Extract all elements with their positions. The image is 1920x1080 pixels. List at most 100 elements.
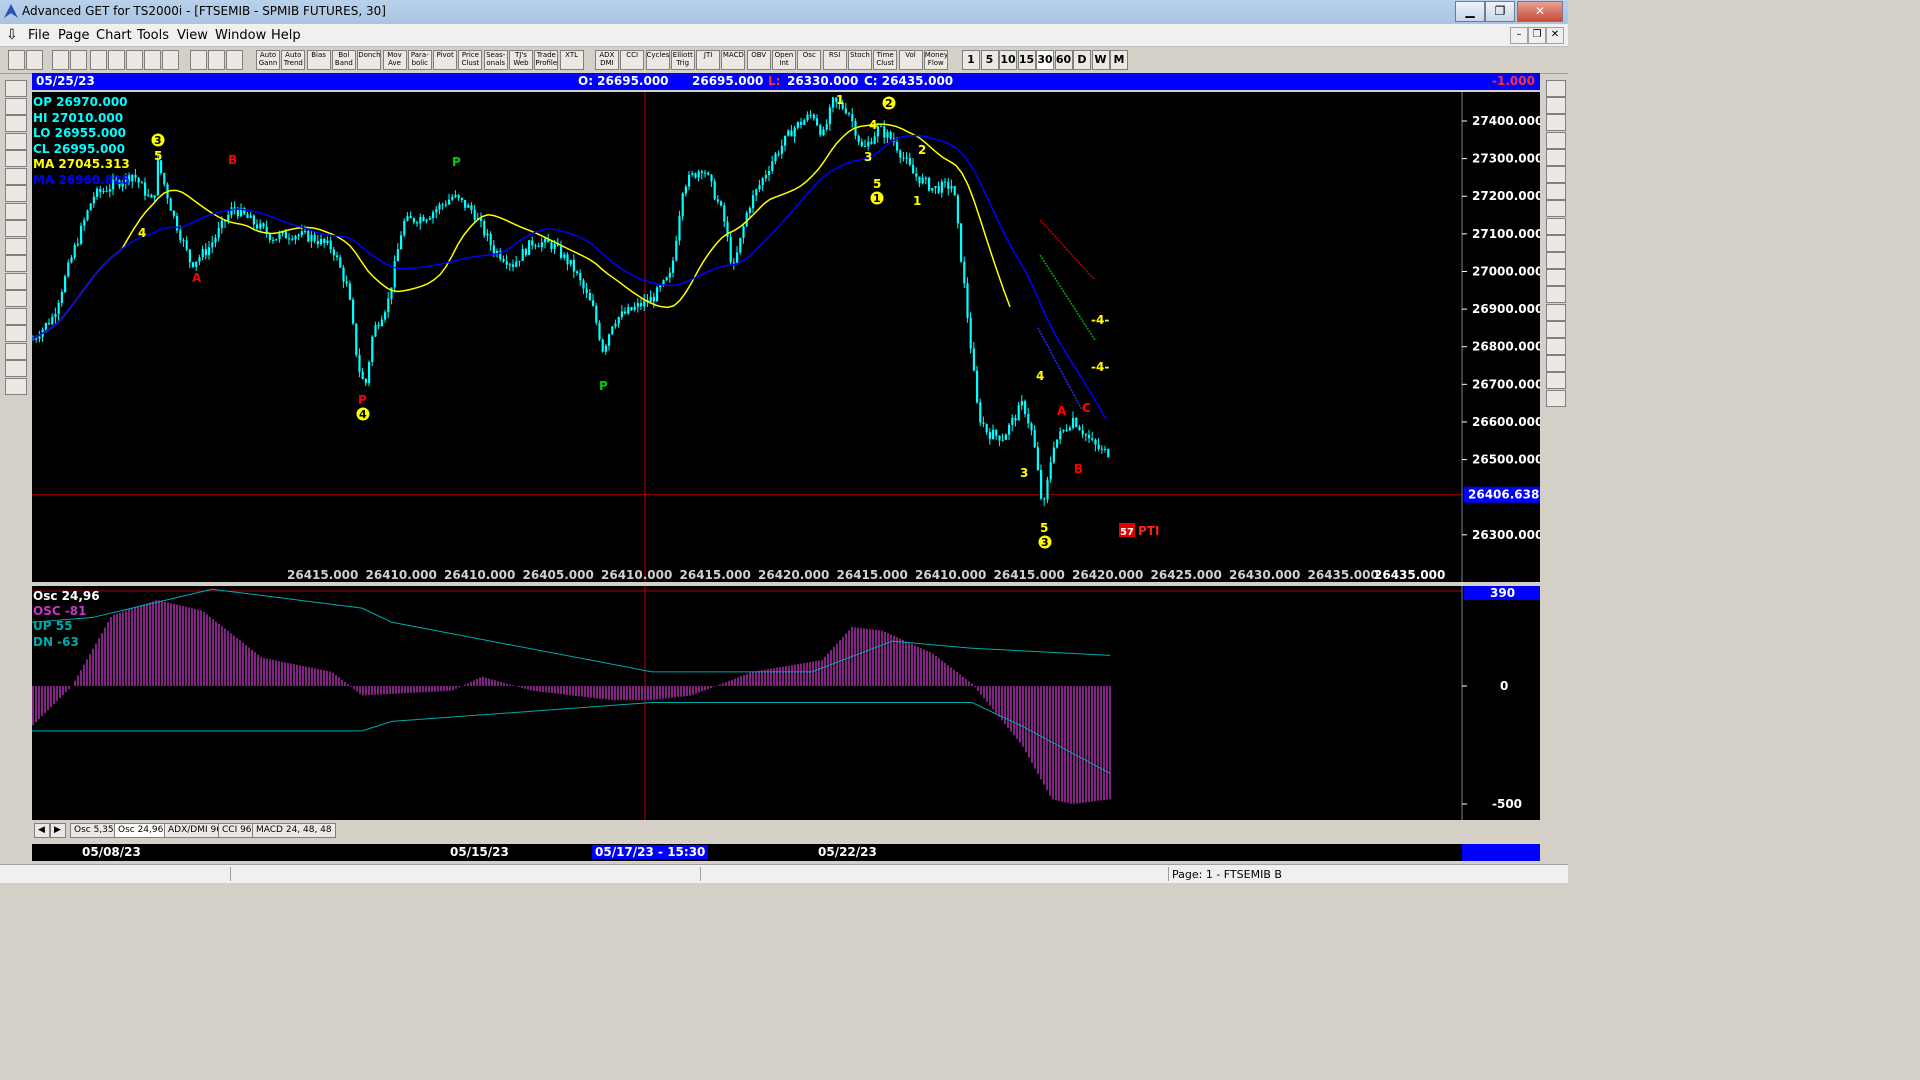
- toolbar-icon-0[interactable]: [8, 50, 25, 70]
- study-button-14[interactable]: CCI: [620, 50, 645, 70]
- tab-osc-24-96[interactable]: Osc 24,96: [114, 823, 168, 838]
- study-button-4[interactable]: Donch: [357, 50, 382, 70]
- study-button-7[interactable]: Pivot: [433, 50, 458, 70]
- menu-view[interactable]: View: [177, 28, 208, 43]
- price-chart[interactable]: 3 5 B 4 A P P 4 P 1 2 4 3 5 1 2 1 -4- -4- 4 A C 3 B 5 3 57 PTI OP 26…: [31, 92, 1543, 582]
- right-tool-u[interactable]: [1546, 389, 1566, 407]
- right-tool-ellipse[interactable]: [1546, 217, 1566, 235]
- mdi-close-button[interactable]: ✕: [1546, 27, 1564, 44]
- left-tool-up[interactable]: [5, 167, 27, 185]
- toolbar-icon-11[interactable]: [226, 50, 243, 70]
- left-tool-down[interactable]: [5, 185, 27, 202]
- toolbar-icon-3[interactable]: [70, 50, 87, 70]
- right-tool-grid2[interactable]: [1546, 269, 1566, 287]
- oscillator-svg[interactable]: Osc 24,96OSC -81UP 55 DN -63 390 0 -500: [31, 586, 1540, 820]
- study-button-17[interactable]: JTI: [696, 50, 721, 70]
- toolbar-icon-4[interactable]: [90, 50, 107, 70]
- study-button-22[interactable]: RSI: [822, 50, 847, 70]
- study-button-26[interactable]: Money Flow: [923, 50, 948, 70]
- study-button-6[interactable]: Para-bolic: [407, 50, 432, 70]
- study-button-13[interactable]: ADX DMI: [594, 50, 619, 70]
- study-button-9[interactable]: Seas-onals: [483, 50, 508, 70]
- close-button[interactable]: ✕: [1517, 1, 1563, 22]
- left-tool-open-folder[interactable]: [5, 80, 27, 97]
- right-tool-sheet2[interactable]: [1546, 372, 1566, 390]
- toolbar-icon-7[interactable]: [144, 50, 161, 70]
- right-tool-pen[interactable]: [1546, 97, 1566, 115]
- left-tool-print[interactable]: [5, 377, 27, 395]
- study-button-0[interactable]: Auto Gann: [256, 50, 280, 70]
- right-tool-x[interactable]: [1546, 80, 1566, 97]
- period-button-30[interactable]: 30: [1036, 50, 1054, 70]
- study-button-15[interactable]: Cycles: [645, 50, 670, 70]
- left-tool-crosshair[interactable]: [5, 360, 27, 377]
- tab-adx-dmi-96[interactable]: ADX/DMI 96: [164, 823, 226, 838]
- study-button-21[interactable]: Osc: [797, 50, 822, 70]
- tab-scroll-right[interactable]: ▶: [50, 823, 66, 838]
- tab-macd[interactable]: MACD 24, 48, 48: [252, 823, 336, 838]
- toolbar-icon-5[interactable]: [108, 50, 125, 70]
- study-button-18[interactable]: MACD: [721, 50, 746, 70]
- study-button-2[interactable]: Bias: [306, 50, 331, 70]
- study-button-24[interactable]: Time Clust: [873, 50, 898, 70]
- left-tool-expand[interactable]: [5, 272, 27, 290]
- left-tool-fib[interactable]: [5, 342, 27, 360]
- right-tool-paint[interactable]: [1546, 338, 1566, 355]
- study-button-8[interactable]: Price Clust: [458, 50, 483, 70]
- tab-cci-96[interactable]: CCI 96: [218, 823, 256, 838]
- left-tool-study[interactable]: [5, 132, 27, 150]
- menu-chart[interactable]: Chart: [96, 28, 132, 43]
- period-button-15[interactable]: 15: [1017, 50, 1036, 70]
- period-button-D[interactable]: D: [1073, 50, 1091, 70]
- menu-help[interactable]: Help: [271, 28, 301, 43]
- tab-scroll-left[interactable]: ◀: [34, 823, 50, 838]
- left-tool-elliott[interactable]: [5, 97, 27, 115]
- study-button-12[interactable]: XTL: [559, 50, 584, 70]
- toolbar-icon-9[interactable]: [190, 50, 207, 70]
- study-button-11[interactable]: Trade Profile: [534, 50, 559, 70]
- right-tool-fib-ret[interactable]: [1546, 114, 1566, 132]
- price-chart-svg[interactable]: 35 B4APP4P1 2435121-4--4-4A C3 B5357 PTIOP 26…: [31, 92, 1543, 582]
- menu-page[interactable]: Page: [58, 28, 89, 43]
- right-tool-fib-time[interactable]: [1546, 148, 1566, 166]
- study-button-5[interactable]: Mov Ave: [382, 50, 407, 70]
- right-tool-sheet[interactable]: [1546, 355, 1566, 373]
- left-tool-lines[interactable]: [5, 307, 27, 325]
- tab-osc-5-35[interactable]: Osc 5,35: [70, 823, 118, 838]
- study-button-1[interactable]: Auto Trend: [281, 50, 306, 70]
- menu-file[interactable]: File: [28, 28, 50, 43]
- study-button-23[interactable]: Stoch: [847, 50, 872, 70]
- period-button-M[interactable]: M: [1110, 50, 1128, 70]
- period-button-W[interactable]: W: [1091, 50, 1110, 70]
- period-button-5[interactable]: 5: [980, 50, 999, 70]
- left-tool-compress[interactable]: [5, 255, 27, 272]
- right-tool-lines[interactable]: [1546, 183, 1566, 201]
- left-tool-elliott[interactable]: [5, 150, 27, 167]
- left-tool-right[interactable]: [5, 220, 27, 237]
- mdi-minimize-button[interactable]: –: [1510, 27, 1528, 44]
- toolbar-icon-8[interactable]: [162, 50, 179, 70]
- maximize-button[interactable]: ❐: [1485, 1, 1515, 22]
- toolbar-icon-6[interactable]: [126, 50, 143, 70]
- study-button-3[interactable]: Bol Band: [331, 50, 356, 70]
- menu-window[interactable]: Window: [215, 28, 266, 43]
- period-button-10[interactable]: 10: [999, 50, 1017, 70]
- left-tool-grid[interactable]: [5, 290, 27, 307]
- study-button-20[interactable]: Open Int: [772, 50, 796, 70]
- right-tool-pti[interactable]: [1546, 252, 1566, 269]
- left-tool-scale[interactable]: [5, 237, 27, 255]
- toolbar-icon-10[interactable]: [208, 50, 225, 70]
- right-tool-zoom[interactable]: [1546, 320, 1566, 338]
- period-button-60[interactable]: 60: [1054, 50, 1073, 70]
- right-tool-a[interactable]: [1546, 303, 1566, 321]
- period-button-1[interactable]: 1: [962, 50, 980, 70]
- study-button-16[interactable]: Elliott Trig: [670, 50, 695, 70]
- minimize-button[interactable]: ▁: [1455, 1, 1485, 22]
- oscillator-pane[interactable]: Osc 24,96 OSC -81 UP 55 DN -63 390 0 -500: [31, 586, 1540, 820]
- study-button-10[interactable]: TJ's Web: [509, 50, 533, 70]
- left-tool-left[interactable]: [5, 202, 27, 220]
- right-tool-mob[interactable]: [1546, 286, 1566, 304]
- left-tool-gann[interactable]: [5, 325, 27, 342]
- left-tool-reset[interactable]: [5, 115, 27, 132]
- mdi-restore-button[interactable]: ❐: [1528, 27, 1546, 44]
